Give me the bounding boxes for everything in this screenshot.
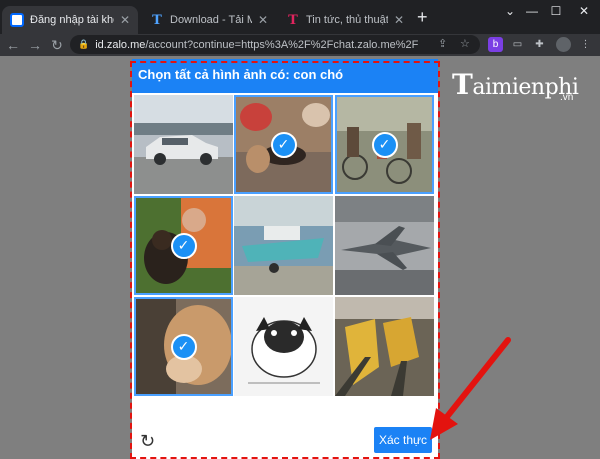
refresh-icon[interactable]: ↻ (140, 431, 155, 452)
address-bar[interactable]: 🔒 id.zalo.me /account?continue=https%3A%… (70, 35, 480, 54)
watermark-initial: T (452, 68, 473, 101)
captcha-tile-man-dog[interactable]: ✓ (134, 196, 233, 295)
tab-title: Đăng nhập tài khoản Za (30, 14, 114, 26)
menu-kebab-icon[interactable]: ⋮ (578, 37, 593, 52)
captcha-tile-train[interactable] (335, 297, 434, 396)
watermark-tld: .vn (560, 92, 574, 103)
captcha-image-grid: ✓ ✓ ✓ ✓ (134, 95, 436, 397)
checkmark-icon: ✓ (170, 232, 197, 259)
chevron-down-icon[interactable]: ⌄ (500, 4, 520, 18)
window-close-icon[interactable]: ✕ (574, 4, 594, 18)
captcha-tile-bicycles[interactable]: ✓ (335, 95, 434, 194)
profile-avatar[interactable] (556, 37, 571, 52)
checkmark-icon: ✓ (270, 131, 297, 158)
lock-icon: 🔒 (78, 39, 90, 49)
close-icon[interactable]: ✕ (120, 13, 130, 27)
tab-news[interactable]: T Tin tức, thủ thuật công ✕ (278, 6, 412, 34)
captcha-instruction: Chọn tất cả hình ảnh có: con chó (132, 59, 438, 93)
verify-button[interactable]: Xác thực (374, 427, 432, 453)
t-icon: T (152, 12, 162, 28)
close-icon[interactable]: ✕ (394, 13, 404, 27)
new-tab-icon[interactable]: + (417, 8, 428, 26)
close-icon[interactable]: ✕ (258, 13, 268, 27)
extension-id-icon[interactable]: ▭ (510, 37, 525, 52)
url-host: id.zalo.me (95, 38, 146, 51)
reload-icon[interactable]: ↻ (48, 36, 66, 54)
tab-zalo-login[interactable]: Đăng nhập tài khoản Za ✕ (2, 6, 138, 34)
browser-toolbar: ← → ↻ 🔒 id.zalo.me /account?continue=htt… (0, 34, 600, 56)
captcha-tile-jet[interactable] (335, 196, 434, 295)
share-icon[interactable]: ⇪ (438, 37, 447, 50)
captcha-tile-dog-closeup[interactable]: ✓ (134, 297, 233, 396)
extensions-puzzle-icon[interactable]: ✚ (532, 37, 547, 52)
tab-strip: Đăng nhập tài khoản Za ✕ T Download - Tả… (0, 0, 600, 34)
captcha-tile-dogs-street[interactable]: ✓ (234, 95, 333, 194)
extension-b-icon[interactable]: b (488, 37, 503, 52)
taimienphi-watermark: Taimienphi .vn (452, 68, 579, 103)
page-content: Taimienphi .vn Chọn tất cả hình ảnh có: … (0, 56, 600, 459)
zalo-icon (10, 13, 24, 27)
captcha-tile-pug-sketch[interactable] (234, 297, 333, 396)
back-icon[interactable]: ← (4, 36, 22, 54)
captcha-tile-car[interactable] (134, 95, 233, 194)
tab-title: Tin tức, thủ thuật công (306, 14, 388, 26)
checkmark-icon: ✓ (371, 131, 398, 158)
t-icon: T (288, 12, 298, 28)
captcha-dialog: Chọn tất cả hình ảnh có: con chó ✓ ✓ ✓ ✓… (132, 59, 438, 459)
tab-title: Download - Tải Miễn Ph (170, 14, 252, 26)
maximize-icon[interactable]: ☐ (546, 4, 566, 18)
bookmark-star-icon[interactable]: ☆ (460, 37, 470, 50)
url-path: /account?continue=https%3A%2F%2Fchat.zal… (145, 38, 419, 51)
minimize-icon[interactable]: — (522, 4, 542, 18)
tab-download[interactable]: T Download - Tải Miễn Ph ✕ (142, 6, 276, 34)
checkmark-icon: ✓ (170, 333, 197, 360)
forward-icon[interactable]: → (26, 36, 44, 54)
captcha-tile-boat[interactable] (234, 196, 333, 295)
